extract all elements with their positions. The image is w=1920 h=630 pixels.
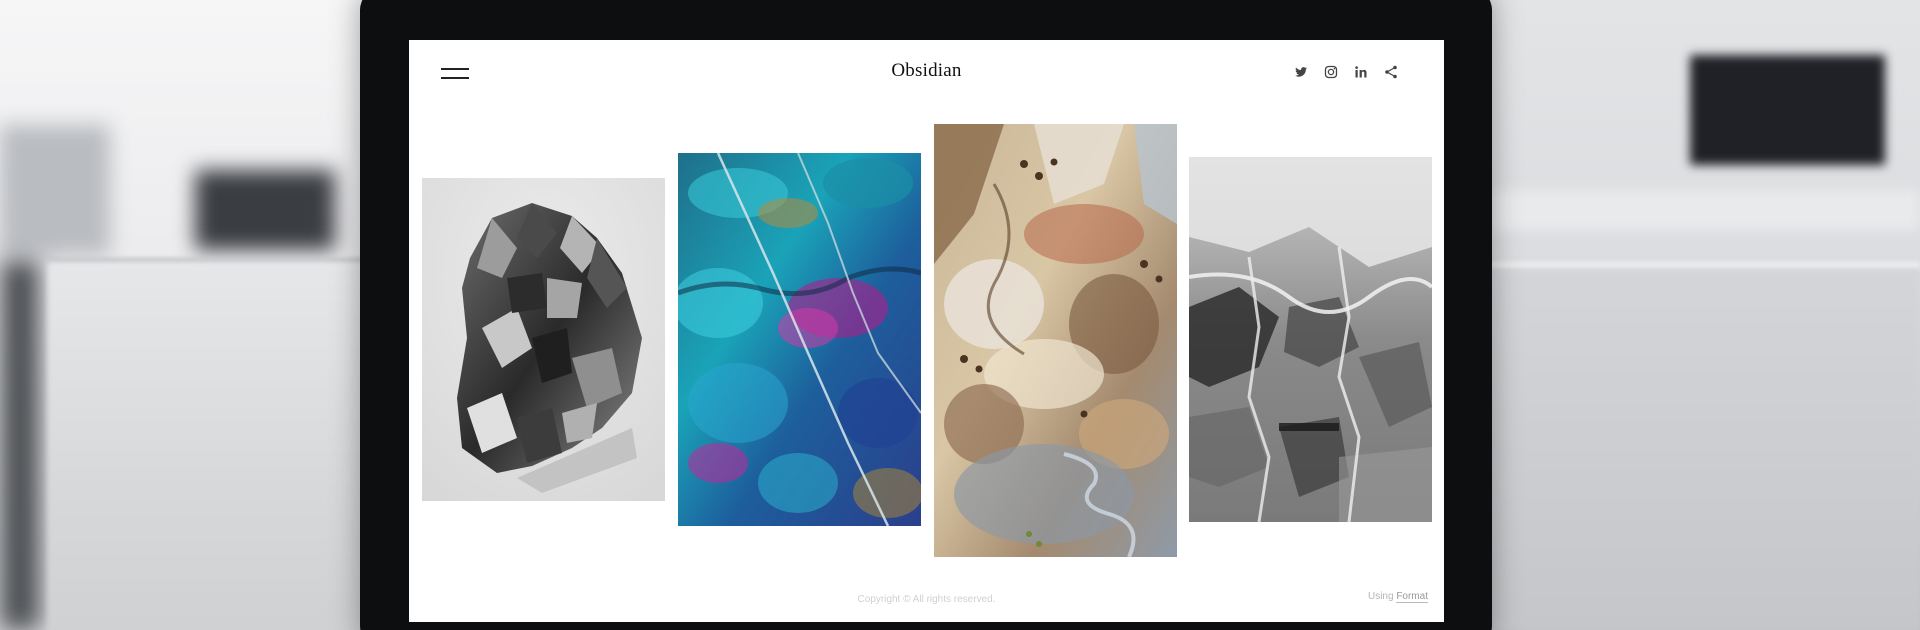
format-link[interactable]: Format — [1396, 591, 1428, 603]
iridescent-blue-mineral-image[interactable] — [678, 153, 921, 526]
background-cabinet — [48, 262, 378, 630]
website-screen: Obsidian Copyright © All rights reserved… — [409, 40, 1444, 622]
background-chair — [0, 260, 40, 630]
black-white-marble-image[interactable] — [1189, 157, 1432, 522]
social-links — [1293, 64, 1399, 80]
grey-crystal-cluster-image[interactable] — [422, 178, 665, 501]
aerial-desert-terrain-image[interactable] — [934, 124, 1177, 557]
background-object — [195, 170, 335, 250]
twitter-icon[interactable] — [1293, 64, 1309, 80]
using-format-credit: Using Format — [1367, 591, 1428, 603]
background-desk — [1490, 268, 1920, 630]
copyright-text: Copyright © All rights reserved. — [857, 594, 996, 605]
instagram-icon[interactable] — [1323, 64, 1339, 80]
using-label: Using — [1367, 591, 1394, 602]
background-shelf — [1490, 190, 1920, 230]
linkedin-icon[interactable] — [1353, 64, 1369, 80]
site-title[interactable]: Obsidian — [409, 60, 1444, 82]
share-icon[interactable] — [1383, 64, 1399, 80]
background-monitor — [0, 125, 110, 255]
background-monitor-right — [1690, 55, 1885, 165]
